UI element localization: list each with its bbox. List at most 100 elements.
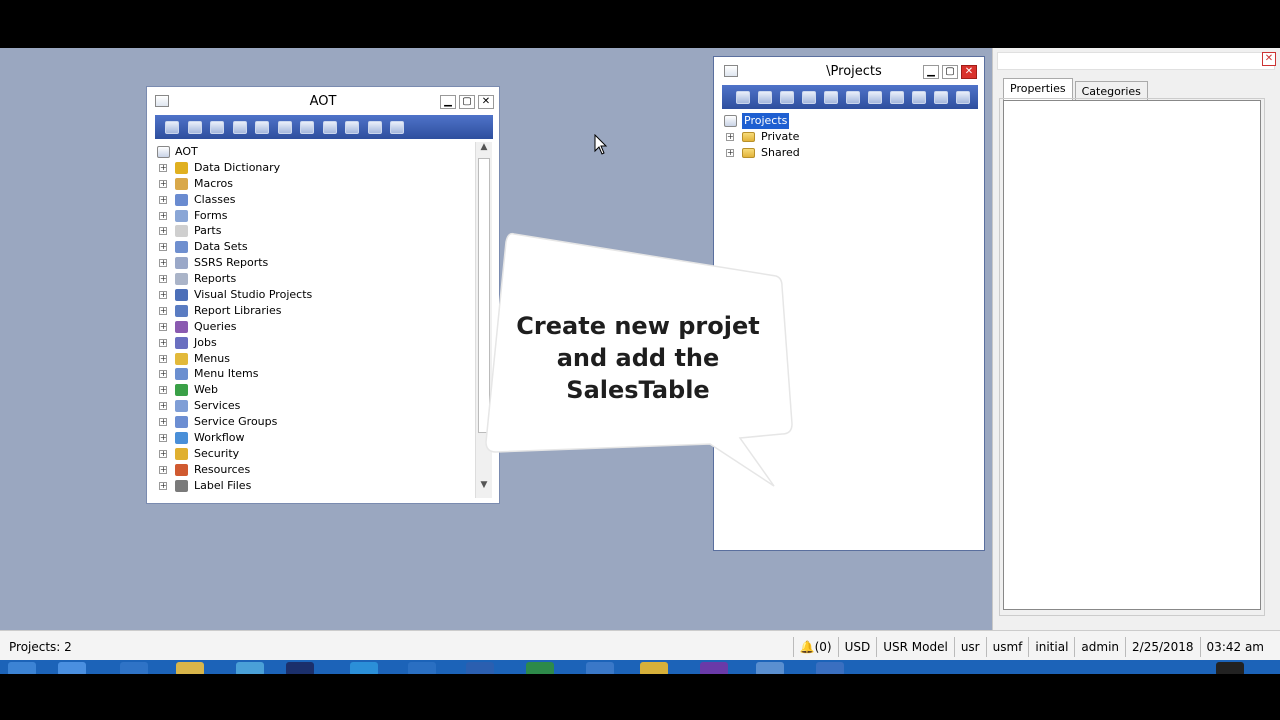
aot-tree-item[interactable]: + Forms (157, 208, 475, 224)
excel-icon[interactable] (526, 662, 554, 674)
properties-icon[interactable] (890, 90, 904, 104)
expand-icon[interactable]: + (159, 179, 167, 188)
expand-icon[interactable]: + (726, 148, 734, 157)
tab-properties[interactable]: Properties (1003, 78, 1073, 100)
minimize-button[interactable]: ▁ (923, 65, 939, 79)
expand-icon[interactable]: + (159, 370, 167, 379)
expand-icon[interactable]: + (159, 402, 167, 411)
projects-titlebar[interactable]: \Projects ▁ ▢ ✕ (714, 57, 984, 85)
powershell-icon[interactable] (586, 662, 614, 674)
visual-studio-icon[interactable] (700, 662, 728, 674)
ie-icon[interactable] (236, 662, 264, 674)
expand-icon[interactable]: + (159, 449, 167, 458)
expand-icon[interactable]: + (159, 163, 167, 172)
tools-icon[interactable] (640, 662, 668, 674)
close-icon[interactable]: ✕ (1262, 52, 1276, 66)
aot-tree-item[interactable]: + Queries (157, 319, 475, 335)
minimize-button[interactable]: ▁ (440, 95, 456, 109)
projects-tree-item[interactable]: + Private (724, 129, 974, 145)
duplicate-icon[interactable] (868, 90, 882, 104)
model[interactable]: USR Model (876, 637, 954, 657)
open-icon[interactable] (736, 90, 750, 104)
find-icon[interactable] (956, 90, 970, 104)
aot-tree-item[interactable]: + Security (157, 446, 475, 462)
aot-tree-item[interactable]: + Jobs (157, 335, 475, 351)
close-button[interactable]: ✕ (961, 65, 977, 79)
aot-tree-item[interactable]: + Data Dictionary (157, 160, 475, 176)
aot-tree-item[interactable]: + SSRS Reports (157, 255, 475, 271)
aot-tree-item[interactable]: + Web (157, 382, 475, 398)
aot-tree-item[interactable]: + Parts (157, 223, 475, 239)
projects-tree-item[interactable]: + Shared (724, 145, 974, 161)
save-icon[interactable] (758, 90, 772, 104)
aot-tree-item[interactable]: + Report Libraries (157, 303, 475, 319)
expand-icon[interactable]: + (159, 211, 167, 220)
import-icon[interactable] (232, 120, 247, 134)
explorer-icon[interactable] (120, 662, 148, 674)
aot-tree-item[interactable]: + Menu Items (157, 366, 475, 382)
export-icon[interactable] (824, 90, 838, 104)
notifications[interactable]: 🔔(0) (792, 637, 838, 657)
folder-icon[interactable] (176, 662, 204, 674)
aot-tree-item[interactable]: + Classes (157, 192, 475, 208)
currency[interactable]: USD (837, 637, 877, 657)
expand-icon[interactable]: + (159, 275, 167, 284)
server-manager-icon[interactable] (58, 662, 86, 674)
aot-tree-item[interactable]: + Reports (157, 271, 475, 287)
layer[interactable]: usr (953, 637, 986, 657)
expand-icon[interactable]: + (159, 434, 167, 443)
user[interactable]: admin (1074, 637, 1125, 657)
duplicate-icon[interactable] (300, 120, 314, 134)
show-desktop-icon[interactable] (1216, 662, 1244, 674)
refresh-icon[interactable] (367, 120, 382, 134)
expand-icon[interactable]: + (159, 243, 167, 252)
maximize-button[interactable]: ▢ (459, 95, 475, 109)
skype-icon[interactable] (350, 662, 378, 674)
date[interactable]: 2/25/2018 (1125, 637, 1200, 657)
expand-icon[interactable]: + (159, 418, 167, 427)
export-icon[interactable] (255, 120, 269, 134)
aot-tree-item[interactable]: + Services (157, 398, 475, 414)
aot-tree-item[interactable]: + Menus (157, 351, 475, 367)
app-icon[interactable] (816, 662, 844, 674)
company[interactable]: usmf (985, 637, 1029, 657)
aot-tree-item[interactable]: + Service Groups (157, 414, 475, 430)
aot-tree-item[interactable]: + Resources (157, 462, 475, 478)
save-icon[interactable] (187, 120, 202, 134)
start-icon[interactable] (8, 662, 36, 674)
projects-tree-root[interactable]: Projects (724, 113, 974, 129)
expand-icon[interactable]: + (159, 354, 167, 363)
expand-icon[interactable]: + (159, 195, 167, 204)
outlook-icon[interactable] (408, 662, 436, 674)
aot-tree-item[interactable]: + Data Sets (157, 239, 475, 255)
partition[interactable]: initial (1028, 637, 1074, 657)
expand-icon[interactable]: + (159, 338, 167, 347)
find-icon[interactable] (390, 120, 404, 134)
expand-icon[interactable]: + (159, 306, 167, 315)
aot-tree-item[interactable]: + Visual Studio Projects (157, 287, 475, 303)
word-icon[interactable] (466, 662, 494, 674)
expand-icon[interactable]: + (159, 291, 167, 300)
open-icon[interactable] (165, 120, 179, 134)
expand-icon[interactable]: + (159, 386, 167, 395)
aot-titlebar[interactable]: AOT ▁ ▢ ✕ (147, 87, 499, 115)
undo-icon[interactable] (345, 120, 359, 134)
scroll-up-icon[interactable]: ▲ (476, 142, 492, 156)
undo-icon[interactable] (912, 90, 926, 104)
compile-icon[interactable] (780, 90, 794, 104)
compile-icon[interactable] (210, 120, 224, 134)
refresh-icon[interactable] (934, 90, 948, 104)
new-icon[interactable] (277, 120, 292, 134)
properties-icon[interactable] (322, 120, 337, 134)
close-button[interactable]: ✕ (478, 95, 494, 109)
settings-icon[interactable] (756, 662, 784, 674)
import-icon[interactable] (802, 90, 816, 104)
expand-icon[interactable]: + (159, 259, 167, 268)
expand-icon[interactable]: + (159, 227, 167, 236)
expand-icon[interactable]: + (159, 481, 167, 490)
expand-icon[interactable]: + (159, 322, 167, 331)
aot-window[interactable]: AOT ▁ ▢ ✕ AOT + Data Dictionary + Macros… (146, 86, 500, 504)
properties-grid[interactable] (1003, 100, 1261, 610)
maximize-button[interactable]: ▢ (942, 65, 958, 79)
new-icon[interactable] (846, 90, 860, 104)
